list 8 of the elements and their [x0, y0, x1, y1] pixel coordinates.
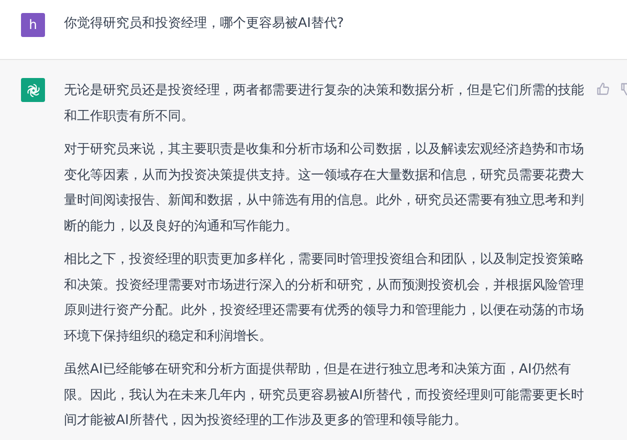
message-paragraph: 对于研究员来说，其主要职责是收集和分析市场和公司数据，以及解读宏观经济趋势和市场变化等因素，从而为投资决策提供支持。这一领域存在大量数据和信息，研究员需要花费大量时间阅读报告、新闻和数据，从中筛选有用的信息。此外，研究员还需要有独立思考和判断的能力，以及良好的沟通和写作能力。: [64, 141, 584, 236]
message-paragraph: 无论是研究员还是投资经理，两者都需要进行复杂的决策和数据分析，但是它们所需的技能和工作职责有所不同。: [64, 82, 584, 126]
user-avatar: h: [21, 13, 45, 37]
message-paragraph: 你觉得研究员和投资经理，哪个更容易被AI替代?: [64, 15, 345, 33]
thumbs-up-icon[interactable]: [596, 82, 610, 96]
message-paragraph: 虽然AI已经能够在研究和分析方面提供帮助，但是在进行独立思考和决策方面，AI仍然有限。因此，我认为在未来几年内，研究员更容易被AI所替代，而投资经理则可能需要更长时间才能被AI所替代，因为投资经理的工作涉及更多的管理和领导能力。: [64, 361, 584, 430]
message-paragraph: 相比之下，投资经理的职责更加多样化，需要同时管理投资组合和团队，以及制定投资策略和决策。投资经理需要对市场进行深入的分析和研究，从而预测投资机会，并根据风险管理原则进行资产分配。此外，投资经理还需要有优秀的领导力和管理能力，以便在动荡的市场环境下保持组织的稳定和利润增长。: [64, 251, 584, 346]
assistant-avatar-icon: [21, 78, 45, 102]
